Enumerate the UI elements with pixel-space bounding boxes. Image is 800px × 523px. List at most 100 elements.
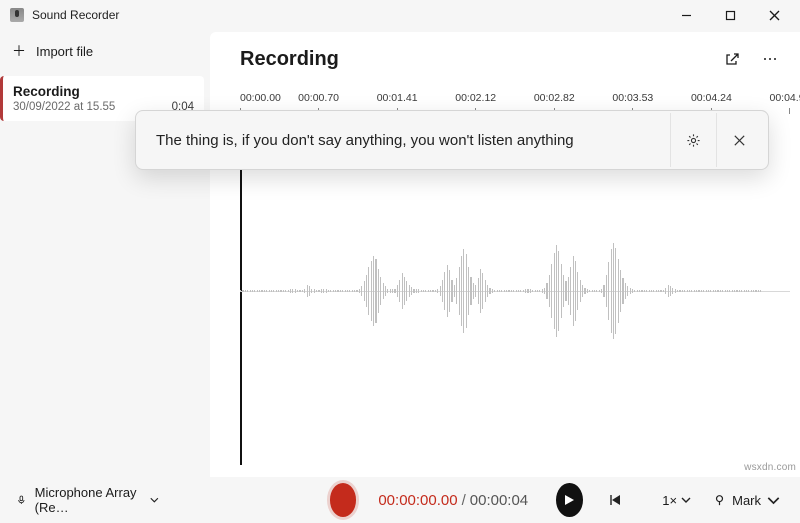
ruler-tick-label: 00:00.70 xyxy=(298,92,339,104)
more-button[interactable] xyxy=(754,43,786,75)
waveform-bar xyxy=(247,290,248,292)
waveform-bar xyxy=(330,290,331,292)
waveform-bar xyxy=(698,290,699,292)
playback-speed-button[interactable]: 1× xyxy=(656,489,697,512)
plus-icon: ＋ xyxy=(12,44,26,58)
main-panel: Recording 00:00.0000:00.7000:01.4100:02.… xyxy=(210,32,800,477)
waveform-bar xyxy=(668,285,669,298)
time-current: 00:00:00.00 xyxy=(378,492,457,509)
waveform-bar xyxy=(520,290,521,292)
waveform-bar xyxy=(535,290,536,292)
waveform-bar xyxy=(596,290,597,292)
waveform-bar xyxy=(425,290,426,292)
record-button[interactable] xyxy=(330,483,357,517)
waveform-bar xyxy=(527,289,528,294)
waveform-bar xyxy=(727,290,728,292)
import-file-button[interactable]: ＋ Import file xyxy=(0,34,210,68)
waveform-bar xyxy=(435,290,436,292)
transcript-settings-button[interactable] xyxy=(670,113,716,167)
maximize-button[interactable] xyxy=(708,0,752,30)
waveform-bar xyxy=(385,286,386,296)
waveform-bar xyxy=(518,290,519,292)
recording-name: Recording xyxy=(13,84,192,99)
waveform-bar xyxy=(689,290,690,292)
waveform-bar xyxy=(261,290,262,292)
waveform-bar xyxy=(449,270,450,312)
waveform-bar xyxy=(378,269,379,314)
waveform-bar xyxy=(611,249,612,332)
minimize-button[interactable] xyxy=(664,0,708,30)
waveform-bar xyxy=(620,270,621,312)
waveform-bar xyxy=(342,290,343,292)
waveform-bar xyxy=(584,288,585,294)
waveform-bar xyxy=(366,275,367,307)
transcript-panel: The thing is, if you don't say anything,… xyxy=(135,110,769,170)
track-area[interactable] xyxy=(240,116,790,477)
waveform-bar xyxy=(335,290,336,292)
waveform-bar xyxy=(729,290,730,292)
microphone-icon xyxy=(16,493,27,507)
watermark: wsxdn.com xyxy=(744,462,796,473)
waveform-bar xyxy=(316,290,317,292)
gear-icon xyxy=(686,133,701,148)
waveform-bar xyxy=(368,267,369,315)
waveform-bar xyxy=(725,290,726,292)
waveform-bar xyxy=(748,290,749,292)
waveform-bar xyxy=(751,290,752,292)
ruler-tick-label: 00:04.24 xyxy=(691,92,732,104)
waveform-bar xyxy=(630,288,631,294)
waveform-bar xyxy=(563,275,564,307)
waveform-bar xyxy=(646,290,647,292)
waveform-bar xyxy=(423,290,424,292)
microphone-selector[interactable]: Microphone Array (Re… xyxy=(8,484,170,516)
waveform-bar xyxy=(383,283,384,299)
ruler-tick-label: 00:03.53 xyxy=(612,92,653,104)
ruler-tick-label: 00:04.94 xyxy=(770,92,800,104)
waveform-bar xyxy=(380,277,381,306)
share-button[interactable] xyxy=(716,43,748,75)
waveform-bar xyxy=(525,289,526,292)
waveform-bar xyxy=(280,290,281,292)
waveform-bar xyxy=(352,290,353,292)
waveform-bar xyxy=(349,290,350,292)
close-button[interactable] xyxy=(752,0,796,30)
waveform-bar xyxy=(651,290,652,292)
waveform-bar xyxy=(354,290,355,292)
waveform-bar xyxy=(537,290,538,292)
waveform-bar xyxy=(418,289,419,292)
waveform-bar xyxy=(618,259,619,323)
waveform-bar xyxy=(594,290,595,292)
waveform-bar xyxy=(470,277,471,306)
waveform-bar xyxy=(703,290,704,292)
waveform-bar xyxy=(639,290,640,292)
skip-start-button[interactable] xyxy=(603,493,627,507)
mark-button[interactable]: Mark xyxy=(707,489,786,512)
waveform-bar xyxy=(295,289,296,292)
play-button[interactable] xyxy=(556,483,583,517)
waveform-bar xyxy=(454,285,455,298)
titlebar: Sound Recorder xyxy=(0,0,800,30)
waveform-bar xyxy=(649,290,650,292)
waveform-bar xyxy=(463,249,464,332)
waveform-bar xyxy=(627,286,628,296)
waveform-bar xyxy=(755,290,756,292)
waveform-bar xyxy=(447,265,448,316)
waveform-bar xyxy=(311,289,312,294)
waveform-bar xyxy=(722,290,723,292)
minimize-icon xyxy=(681,10,692,21)
waveform-bar xyxy=(665,288,666,294)
waveform-bar xyxy=(551,264,552,318)
waveform-bar xyxy=(696,290,697,292)
waveform-bar xyxy=(694,290,695,292)
time-total: 00:00:04 xyxy=(470,492,528,509)
waveform-bar xyxy=(264,290,265,292)
waveform-bar xyxy=(701,290,702,292)
waveform-bar xyxy=(682,290,683,292)
waveform-bar xyxy=(290,289,291,292)
waveform-bar xyxy=(530,289,531,292)
waveform-bar xyxy=(373,256,374,326)
waveform-bar xyxy=(508,290,509,292)
chevron-down-icon xyxy=(767,494,780,507)
waveform-bar xyxy=(318,290,319,292)
transcript-close-button[interactable] xyxy=(716,113,762,167)
